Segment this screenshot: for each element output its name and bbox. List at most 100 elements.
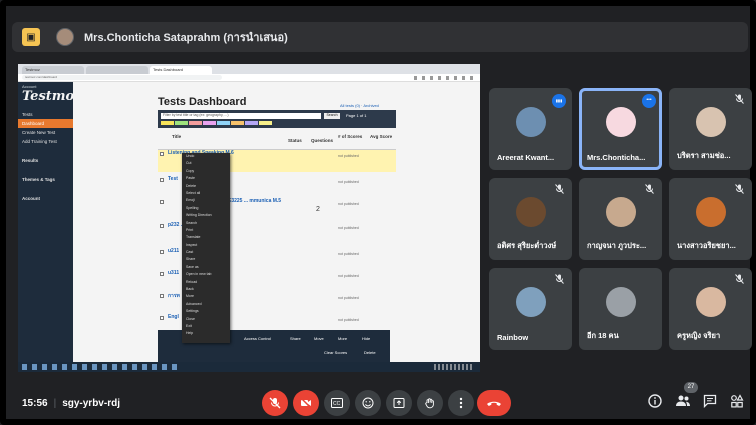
context-menu-item[interactable]: Reload bbox=[182, 279, 230, 286]
row-checkbox[interactable] bbox=[160, 316, 164, 320]
taskbar-tray[interactable] bbox=[434, 364, 474, 370]
row-checkbox[interactable] bbox=[160, 178, 164, 182]
col-title[interactable]: Title bbox=[172, 134, 181, 139]
url-input[interactable]: testmoz.com/dashboard bbox=[22, 75, 222, 80]
present-screen-icon[interactable]: ▣ bbox=[22, 28, 40, 46]
account-link[interactable]: Account bbox=[18, 82, 73, 89]
dashboard-links[interactable]: All tests (0) · Archived bbox=[340, 103, 379, 108]
raise-hand-button[interactable] bbox=[417, 390, 443, 416]
context-menu-item[interactable]: Search bbox=[182, 220, 230, 227]
col-status: Status bbox=[288, 138, 302, 143]
emoji-button[interactable] bbox=[355, 390, 381, 416]
participant-tile[interactable]: บริตรา สามช่อ... bbox=[669, 88, 752, 170]
row-checkbox[interactable] bbox=[160, 152, 164, 156]
more-vert-icon bbox=[459, 397, 463, 409]
test-name[interactable]: Test bbox=[168, 176, 178, 182]
row-checkbox[interactable] bbox=[160, 272, 164, 276]
row-checkbox[interactable] bbox=[160, 294, 164, 298]
context-menu-item[interactable]: Spelling bbox=[182, 205, 230, 212]
browser-extension-icons[interactable] bbox=[414, 75, 474, 80]
nav-add-training[interactable]: Add Training Test bbox=[18, 137, 73, 146]
participant-tile[interactable]: นางสาวอริยชยา... bbox=[669, 178, 752, 260]
access-control-button[interactable]: Access Control bbox=[244, 336, 271, 341]
row-checkbox[interactable] bbox=[160, 200, 164, 204]
context-menu-item[interactable]: Settings bbox=[182, 308, 230, 315]
activities-button[interactable] bbox=[730, 394, 744, 411]
hide-button[interactable]: Hide bbox=[362, 336, 370, 341]
participant-tile[interactable]: Mrs.Chonticha... ••• bbox=[579, 88, 662, 170]
context-menu-item[interactable]: Paste bbox=[182, 175, 230, 182]
context-menu-item[interactable]: Advanced bbox=[182, 301, 230, 308]
test-status: not published bbox=[338, 226, 359, 230]
camera-off-button[interactable] bbox=[293, 390, 319, 416]
taskbar-app-icons[interactable] bbox=[22, 364, 182, 370]
emoji-icon bbox=[362, 397, 374, 409]
nav-account[interactable]: Account bbox=[18, 194, 73, 203]
present-button[interactable] bbox=[386, 390, 412, 416]
meeting-details-button[interactable] bbox=[648, 394, 662, 411]
context-menu-item[interactable]: Select all bbox=[182, 190, 230, 197]
browser-tab[interactable]: Testmoz bbox=[22, 66, 84, 74]
context-menu-item[interactable]: Close bbox=[182, 316, 230, 323]
context-menu-item[interactable]: Cut bbox=[182, 160, 230, 167]
hand-icon bbox=[425, 398, 434, 409]
nav-results[interactable]: Results bbox=[18, 156, 73, 165]
row-checkbox[interactable] bbox=[160, 250, 164, 254]
context-menu-item[interactable]: Help bbox=[182, 330, 230, 337]
participant-tile[interactable]: Areerat Kwant... ▮▮▮ bbox=[489, 88, 572, 170]
context-menu-item[interactable]: Writing Direction bbox=[182, 212, 230, 219]
test-name[interactable]: Engl bbox=[168, 314, 179, 320]
filter-input[interactable]: Filter by test title or tag (ex: geograp… bbox=[161, 113, 321, 119]
context-menu-item[interactable]: Copy bbox=[182, 168, 230, 175]
nav-dashboard[interactable]: Dashboard bbox=[18, 119, 73, 128]
context-menu-item[interactable]: Emoji bbox=[182, 197, 230, 204]
context-menu-item[interactable]: Save as bbox=[182, 264, 230, 271]
camera-off-icon bbox=[300, 397, 312, 409]
context-menu-item[interactable]: More bbox=[182, 293, 230, 300]
row-checkbox[interactable] bbox=[160, 224, 164, 228]
participant-tile[interactable]: Rainbow bbox=[489, 268, 572, 350]
context-menu-item[interactable]: Cast bbox=[182, 249, 230, 256]
context-menu-item[interactable]: Undo bbox=[182, 153, 230, 160]
context-menu-item[interactable]: Inspect bbox=[182, 242, 230, 249]
browser-tab-active[interactable]: Tests Dashboard bbox=[150, 66, 212, 74]
test-name[interactable]: E3225 ... mmunica M.5 bbox=[228, 198, 281, 204]
leave-call-button[interactable] bbox=[477, 390, 511, 416]
test-name[interactable]: u311 bbox=[168, 270, 179, 276]
context-menu-item[interactable]: Share bbox=[182, 256, 230, 263]
participant-tile[interactable]: อีก 18 คน bbox=[579, 268, 662, 350]
avatar bbox=[605, 107, 636, 138]
delete-button[interactable]: Delete bbox=[364, 350, 376, 355]
test-name[interactable]: u211 bbox=[168, 248, 179, 254]
participant-tile[interactable]: กาญจนา ภูวประ... bbox=[579, 178, 662, 260]
more-options-button[interactable] bbox=[448, 390, 474, 416]
participant-name: ครูหญิง จริยา bbox=[677, 331, 721, 340]
context-menu-item[interactable]: Exit bbox=[182, 323, 230, 330]
search-button[interactable]: Search bbox=[324, 113, 340, 119]
participant-tile[interactable]: อติศร สุริยะต่ำวงษ์ bbox=[489, 178, 572, 260]
context-menu-item[interactable]: Translate bbox=[182, 234, 230, 241]
captions-button[interactable]: CC bbox=[324, 390, 350, 416]
mic-off-button[interactable] bbox=[262, 390, 288, 416]
context-menu-item[interactable]: Back bbox=[182, 286, 230, 293]
context-menu-item[interactable]: Open in new tab bbox=[182, 271, 230, 278]
test-name[interactable]: การท bbox=[168, 292, 180, 300]
clear-scores-button[interactable]: Clear Scores bbox=[324, 350, 347, 355]
people-button[interactable] bbox=[675, 394, 691, 411]
participant-name: กาญจนา ภูวประ... bbox=[587, 241, 647, 250]
browser-address-bar: testmoz.com/dashboard bbox=[18, 74, 480, 82]
browser-tab[interactable] bbox=[86, 66, 148, 74]
more-button[interactable]: More bbox=[338, 336, 347, 341]
tag-filters[interactable] bbox=[161, 121, 272, 125]
context-menu-item[interactable]: Delete bbox=[182, 183, 230, 190]
nav-create-test[interactable]: Create New Test bbox=[18, 128, 73, 137]
share-button[interactable]: Share bbox=[290, 336, 301, 341]
nav-tests[interactable]: Tests bbox=[18, 110, 73, 119]
tile-options-icon[interactable]: ••• bbox=[642, 94, 656, 108]
chat-button[interactable] bbox=[703, 394, 717, 411]
avatar bbox=[695, 197, 726, 228]
participant-tile[interactable]: ครูหญิง จริยา bbox=[669, 268, 752, 350]
move-button[interactable]: Move bbox=[314, 336, 324, 341]
context-menu-item[interactable]: Print bbox=[182, 227, 230, 234]
nav-themes[interactable]: Themes & Tags bbox=[18, 175, 73, 184]
